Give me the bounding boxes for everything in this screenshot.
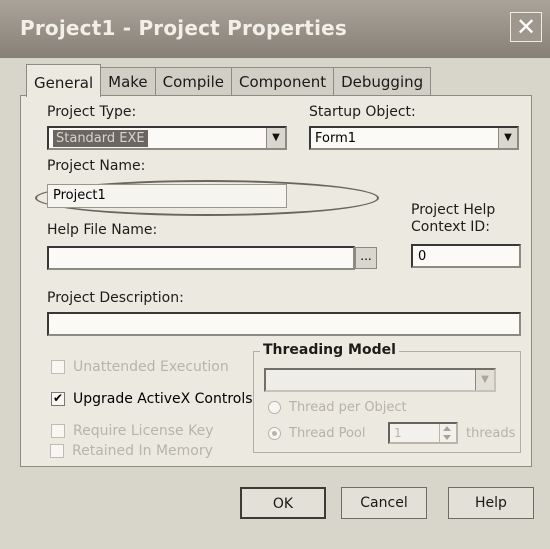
help-context-id-input[interactable]: 0 (411, 244, 521, 268)
startup-object-value: Form1 (315, 131, 357, 146)
radio-circle-selected (268, 427, 281, 440)
thread-pool-spinner[interactable]: 1 (388, 422, 458, 444)
ok-button[interactable]: OK (240, 487, 326, 519)
upgrade-activex-checkbox[interactable]: ✔ Upgrade ActiveX Controls (51, 391, 253, 407)
tab-compile[interactable]: Compile (154, 67, 232, 96)
thread-per-object-radio[interactable]: Thread per Object (268, 400, 407, 415)
require-license-label: Require License Key (73, 423, 214, 439)
project-properties-dialog: Project1 - Project Properties ✕ General … (0, 0, 550, 549)
checkbox-box (51, 360, 65, 374)
help-button[interactable]: Help (448, 487, 534, 519)
upgrade-activex-label: Upgrade ActiveX Controls (73, 391, 253, 407)
checkmark-icon: ✔ (51, 391, 65, 406)
checkbox-box (50, 444, 64, 458)
threading-model-group: Threading Model ▼ Thread per Object Thre… (253, 342, 521, 453)
general-tab-panel: Project Type: Standard EXE ▼ Startup Obj… (20, 95, 532, 467)
threading-model-title: Threading Model (260, 342, 399, 358)
chevron-down-icon[interactable]: ▼ (498, 128, 517, 148)
threading-model-select[interactable]: ▼ (264, 368, 496, 392)
tab-debugging[interactable]: Debugging (333, 67, 432, 96)
tab-component[interactable]: Component (231, 67, 335, 96)
help-file-label: Help File Name: (47, 222, 158, 238)
window-title: Project1 - Project Properties (20, 16, 347, 40)
help-file-input[interactable] (47, 246, 355, 270)
project-name-label: Project Name: (47, 158, 146, 174)
unattended-execution-label: Unattended Execution (73, 359, 229, 375)
threads-label: threads (466, 426, 516, 441)
close-icon[interactable]: ✕ (510, 12, 542, 42)
chevron-down-icon[interactable]: ▼ (266, 128, 285, 148)
title-bar[interactable]: Project1 - Project Properties ✕ (0, 0, 550, 58)
up-down-arrows-icon[interactable] (439, 424, 456, 442)
thread-pool-label: Thread Pool (289, 426, 366, 441)
tab-strip: General Make Compile Component Debugging (26, 62, 432, 97)
startup-object-select[interactable]: Form1 ▼ (309, 126, 519, 150)
cancel-button[interactable]: Cancel (341, 487, 427, 519)
help-file-browse-button[interactable]: ... (355, 247, 377, 269)
project-type-value: Standard EXE (53, 130, 148, 147)
radio-circle (268, 401, 281, 414)
help-context-label: Project Help Context ID: (411, 202, 495, 236)
help-context-label-line1: Project Help (411, 202, 496, 218)
thread-per-object-label: Thread per Object (289, 400, 407, 415)
chevron-down-icon[interactable]: ▼ (475, 370, 494, 390)
help-context-label-line2: Context ID: (411, 219, 490, 235)
project-type-select[interactable]: Standard EXE ▼ (47, 126, 287, 150)
thread-pool-radio[interactable]: Thread Pool (268, 426, 365, 441)
retained-in-memory-checkbox[interactable]: Retained In Memory (50, 443, 213, 459)
threads-label-wrap: threads (466, 426, 515, 441)
project-name-input[interactable]: Project1 (47, 184, 287, 208)
require-license-checkbox[interactable]: Require License Key (51, 423, 214, 439)
startup-object-label: Startup Object: (309, 104, 416, 120)
thread-pool-value: 1 (394, 426, 402, 440)
checkbox-box (51, 424, 65, 438)
retained-in-memory-label: Retained In Memory (72, 443, 213, 459)
unattended-execution-checkbox[interactable]: Unattended Execution (51, 359, 229, 375)
project-description-label: Project Description: (47, 290, 184, 306)
tab-make[interactable]: Make (100, 67, 156, 96)
project-description-input[interactable] (47, 312, 521, 336)
project-type-label: Project Type: (47, 104, 137, 120)
tab-general[interactable]: General (26, 64, 102, 97)
